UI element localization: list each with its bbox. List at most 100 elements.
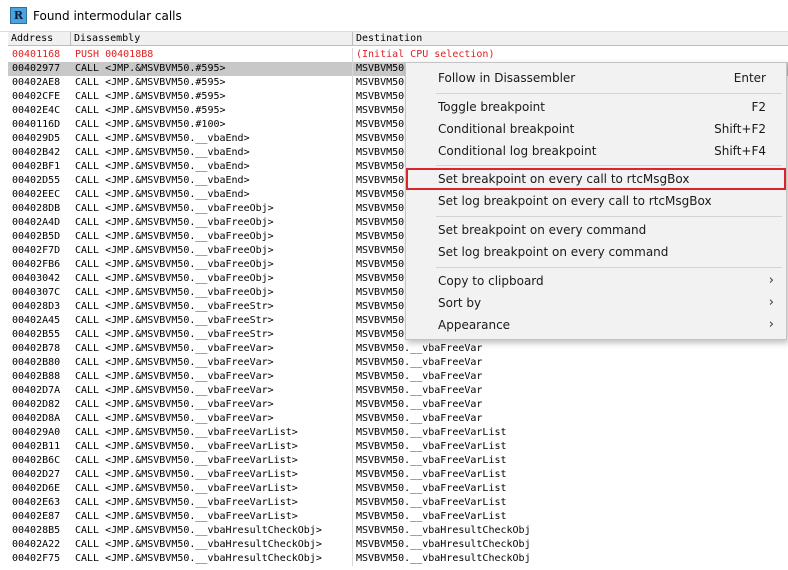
address-cell: 00402977 xyxy=(12,63,61,74)
address-cell: 004029A0 xyxy=(12,427,61,438)
menu-item-label: Toggle breakpoint xyxy=(438,100,545,114)
destination-cell: MSVBVM50.__vbaFreeVarList xyxy=(356,427,507,438)
table-row[interactable]: 004028B5 CALL <JMP.&MSVBVM50.__vbaHresult… xyxy=(8,524,788,538)
menu-item-toggle-breakpoint[interactable]: Toggle breakpoint F2 xyxy=(406,96,786,118)
disassembly-cell: CALL <JMP.&MSVBVM50.__vbaFreeVar> xyxy=(75,343,274,354)
address-cell: 00402D27 xyxy=(12,469,61,480)
disassembly-cell: CALL <JMP.&MSVBVM50.#595> xyxy=(75,91,226,102)
destination-cell: MSVBVM50.__vbaFreeVarList xyxy=(356,441,507,452)
destination-cell: MSVBVM50.__vbaFreeVarList xyxy=(356,511,507,522)
destination-cell: MSVBVM50.__vbaFreeVar xyxy=(356,399,483,410)
table-row[interactable]: 00402D6E CALL <JMP.&MSVBVM50.__vbaFreeVar… xyxy=(8,482,788,496)
menu-item-sort-by[interactable]: Sort by › xyxy=(406,292,786,314)
table-row[interactable]: 00402B78 CALL <JMP.&MSVBVM50.__vbaFreeVar… xyxy=(8,342,788,356)
menu-item-label: Sort by xyxy=(438,296,482,310)
table-row[interactable]: 00401168 PUSH 004018B8 (Initial CPU select… xyxy=(8,48,788,62)
column-header-disassembly[interactable]: Disassembly xyxy=(71,32,353,46)
window-titlebar: R Found intermodular calls xyxy=(0,0,788,32)
chevron-right-icon: › xyxy=(768,295,774,310)
menu-separator xyxy=(436,267,782,268)
disassembly-cell: CALL <JMP.&MSVBVM50.__vbaFreeObj> xyxy=(75,203,274,214)
disassembly-cell: CALL <JMP.&MSVBVM50.__vbaFreeStr> xyxy=(75,315,274,326)
disassembly-cell: CALL <JMP.&MSVBVM50.__vbaHresultCheckObj… xyxy=(75,525,322,536)
address-cell: 00403042 xyxy=(12,273,61,284)
menu-item-set-breakpoint-every-command[interactable]: Set breakpoint on every command xyxy=(406,219,786,241)
menu-item-conditional-breakpoint[interactable]: Conditional breakpoint Shift+F2 xyxy=(406,118,786,140)
address-cell: 00402F75 xyxy=(12,553,61,564)
menu-item-label: Copy to clipboard xyxy=(438,274,544,288)
table-row[interactable]: 00402E87 CALL <JMP.&MSVBVM50.__vbaFreeVar… xyxy=(8,510,788,524)
menu-item-label: Conditional breakpoint xyxy=(438,122,575,136)
menu-item-appearance[interactable]: Appearance › xyxy=(406,314,786,336)
address-cell: 00402B5D xyxy=(12,231,61,242)
menu-item-label: Conditional log breakpoint xyxy=(438,144,597,158)
table-row[interactable]: 00402B6C CALL <JMP.&MSVBVM50.__vbaFreeVar… xyxy=(8,454,788,468)
menu-item-set-log-breakpoint-every-call[interactable]: Set log breakpoint on every call to rtcM… xyxy=(406,190,786,212)
address-cell: 00402B78 xyxy=(12,343,61,354)
menu-item-label: Set log breakpoint on every command xyxy=(438,245,669,259)
disassembly-cell: CALL <JMP.&MSVBVM50.__vbaFreeVar> xyxy=(75,385,274,396)
table-row[interactable]: 004029A0 CALL <JMP.&MSVBVM50.__vbaFreeVar… xyxy=(8,426,788,440)
destination-cell: MSVBVM50.__vbaFreeVar xyxy=(356,371,483,382)
disassembly-cell: CALL <JMP.&MSVBVM50.#595> xyxy=(75,77,226,88)
address-cell: 00402AE8 xyxy=(12,77,61,88)
disassembly-cell: CALL <JMP.&MSVBVM50.__vbaFreeVarList> xyxy=(75,483,298,494)
table-row[interactable]: 00402E63 CALL <JMP.&MSVBVM50.__vbaFreeVar… xyxy=(8,496,788,510)
address-cell: 00402D55 xyxy=(12,175,61,186)
address-cell: 004028B5 xyxy=(12,525,61,536)
address-cell: 00402D82 xyxy=(12,399,61,410)
address-cell: 00402D6E xyxy=(12,483,61,494)
disassembly-cell: CALL <JMP.&MSVBVM50.__vbaFreeObj> xyxy=(75,217,274,228)
address-cell: 00402E63 xyxy=(12,497,61,508)
table-row[interactable]: 00402D8A CALL <JMP.&MSVBVM50.__vbaFreeVar… xyxy=(8,412,788,426)
address-cell: 00402B11 xyxy=(12,441,61,452)
disassembly-cell: CALL <JMP.&MSVBVM50.__vbaFreeVarList> xyxy=(75,497,298,508)
table-row[interactable]: 00402B88 CALL <JMP.&MSVBVM50.__vbaFreeVar… xyxy=(8,370,788,384)
destination-cell: MSVBVM50.__vbaFreeVar xyxy=(356,343,483,354)
disassembly-cell: CALL <JMP.&MSVBVM50.__vbaFreeObj> xyxy=(75,245,274,256)
menu-item-label: Follow in Disassembler xyxy=(438,71,576,85)
address-cell: 00402A4D xyxy=(12,217,61,228)
menu-item-set-breakpoint-every-call[interactable]: Set breakpoint on every call to rtcMsgBo… xyxy=(406,168,786,190)
destination-cell: MSVBVM50.__vbaFreeVarList xyxy=(356,455,507,466)
table-row[interactable]: 00402A22 CALL <JMP.&MSVBVM50.__vbaHresult… xyxy=(8,538,788,552)
disassembly-cell: CALL <JMP.&MSVBVM50.#100> xyxy=(75,119,226,130)
table-header: Address Disassembly Destination xyxy=(8,32,788,46)
disassembly-cell: CALL <JMP.&MSVBVM50.__vbaFreeVar> xyxy=(75,399,274,410)
destination-cell: MSVBVM50.__vbaHresultCheckObj xyxy=(356,525,531,536)
menu-item-copy-to-clipboard[interactable]: Copy to clipboard › xyxy=(406,270,786,292)
disassembly-cell: CALL <JMP.&MSVBVM50.__vbaFreeObj> xyxy=(75,231,274,242)
menu-item-label: Set breakpoint on every call to rtcMsgBo… xyxy=(438,172,690,186)
table-row[interactable]: 00402F75 CALL <JMP.&MSVBVM50.__vbaHresult… xyxy=(8,552,788,566)
app-icon: R xyxy=(10,7,27,24)
address-cell: 00402B55 xyxy=(12,329,61,340)
disassembly-cell: PUSH 004018B8 xyxy=(75,49,154,60)
address-cell: 004028D3 xyxy=(12,301,61,312)
menu-item-follow-in-disassembler[interactable]: Follow in Disassembler Enter xyxy=(406,67,786,89)
destination-cell: MSVBVM50.__vbaHresultCheckObj xyxy=(356,539,531,550)
menu-item-shortcut: Shift+F2 xyxy=(714,122,766,136)
menu-item-shortcut: F2 xyxy=(751,100,766,114)
destination-cell: MSVBVM50.__vbaFreeVarList xyxy=(356,497,507,508)
disassembly-cell: CALL <JMP.&MSVBVM50.__vbaFreeVarList> xyxy=(75,469,298,480)
table-row[interactable]: 00402D7A CALL <JMP.&MSVBVM50.__vbaFreeVar… xyxy=(8,384,788,398)
menu-separator xyxy=(436,93,782,94)
address-cell: 004028DB xyxy=(12,203,61,214)
column-header-address[interactable]: Address xyxy=(8,32,71,46)
table-row[interactable]: 00402D27 CALL <JMP.&MSVBVM50.__vbaFreeVar… xyxy=(8,468,788,482)
address-cell: 00402CFE xyxy=(12,91,61,102)
address-cell: 00402B6C xyxy=(12,455,61,466)
address-cell: 00402FB6 xyxy=(12,259,61,270)
disassembly-cell: CALL <JMP.&MSVBVM50.__vbaFreeObj> xyxy=(75,273,274,284)
menu-item-set-log-breakpoint-every-command[interactable]: Set log breakpoint on every command xyxy=(406,241,786,263)
menu-item-conditional-log-breakpoint[interactable]: Conditional log breakpoint Shift+F4 xyxy=(406,140,786,162)
address-cell: 00402B42 xyxy=(12,147,61,158)
table-row[interactable]: 00402B11 CALL <JMP.&MSVBVM50.__vbaFreeVar… xyxy=(8,440,788,454)
disassembly-cell: CALL <JMP.&MSVBVM50.__vbaEnd> xyxy=(75,175,250,186)
address-cell: 00402E87 xyxy=(12,511,61,522)
column-header-destination[interactable]: Destination xyxy=(353,32,788,46)
address-cell: 00402A22 xyxy=(12,539,61,550)
table-row[interactable]: 00402B80 CALL <JMP.&MSVBVM50.__vbaFreeVar… xyxy=(8,356,788,370)
menu-item-label: Set breakpoint on every command xyxy=(438,223,647,237)
table-row[interactable]: 00402D82 CALL <JMP.&MSVBVM50.__vbaFreeVar… xyxy=(8,398,788,412)
